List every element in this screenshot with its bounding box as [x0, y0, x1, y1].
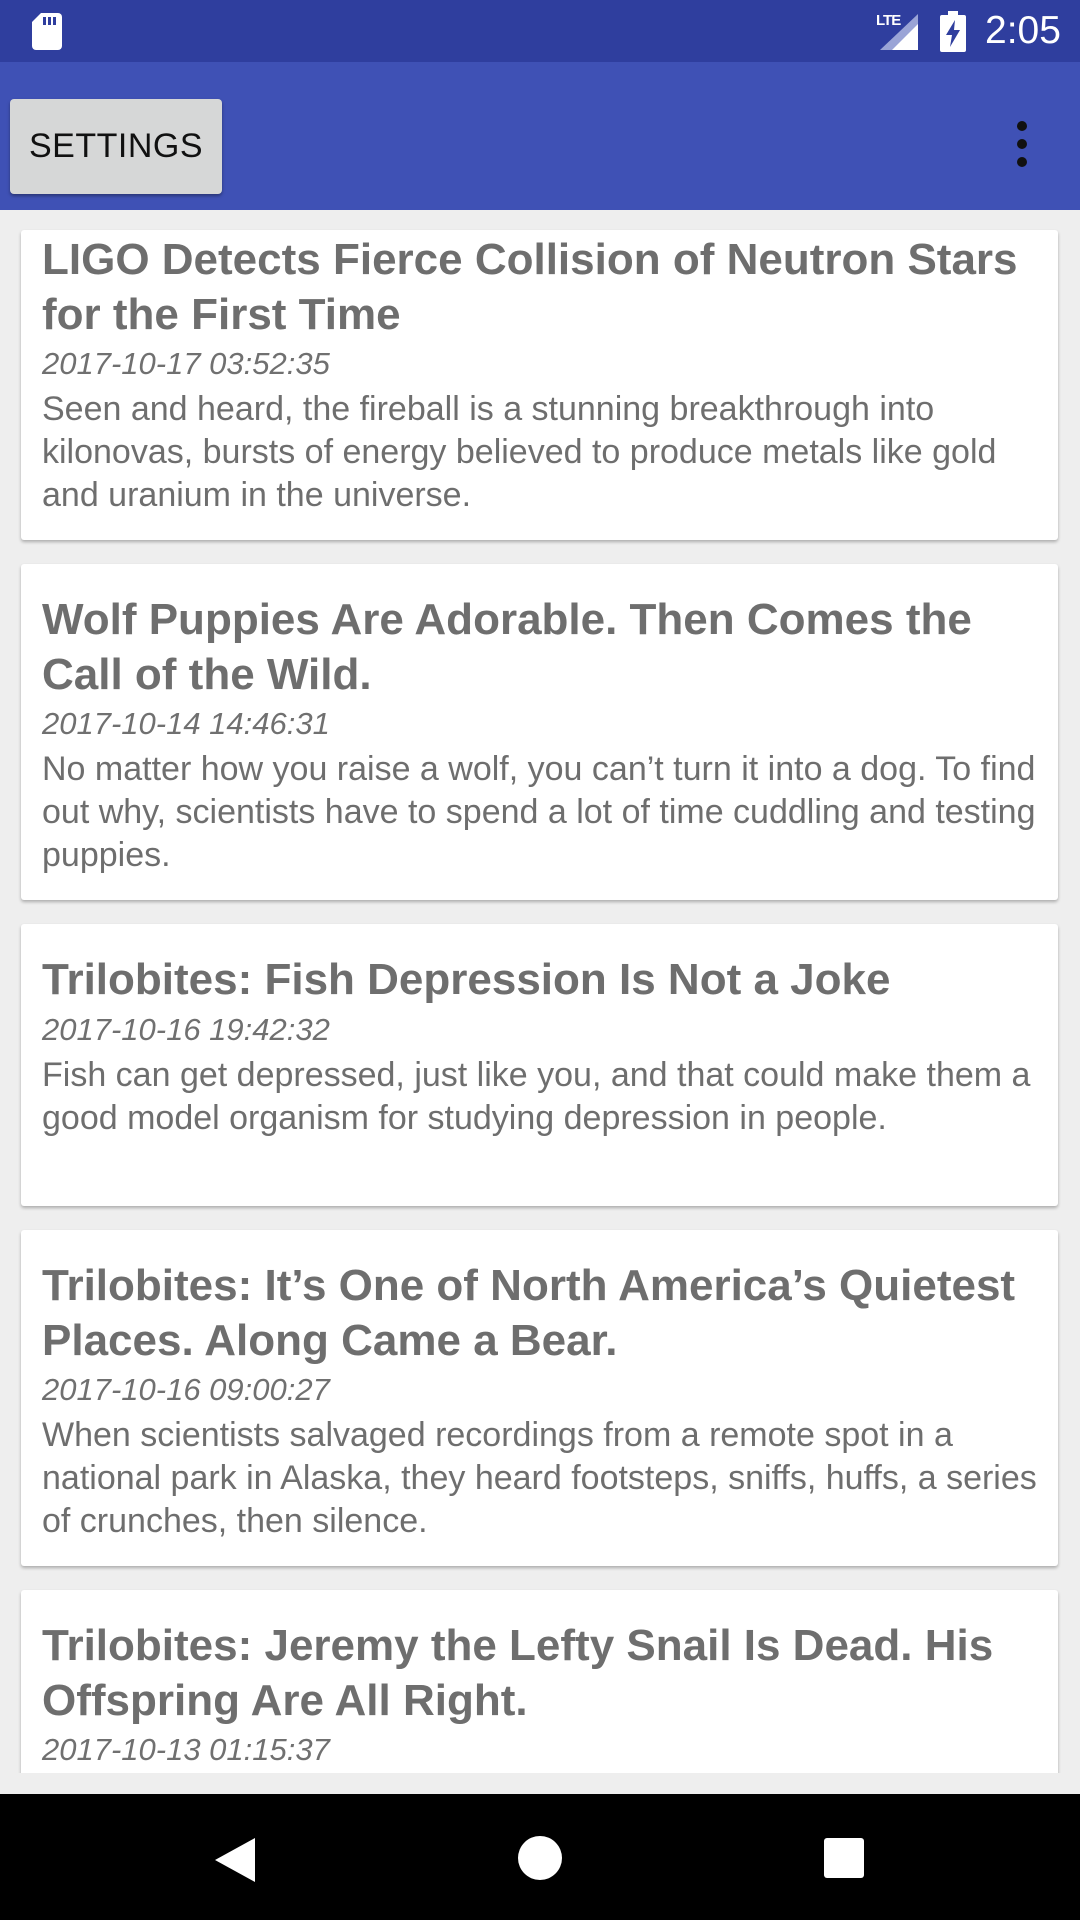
home-icon[interactable]	[517, 1835, 563, 1881]
app-bar: SETTINGS	[0, 62, 1080, 210]
article-card[interactable]: Wolf Puppies Are Adorable. Then Comes th…	[21, 564, 1058, 900]
article-summary: No matter how you raise a wolf, you can’…	[42, 750, 1036, 874]
article-title: Trilobites: Fish Depression Is Not a Jok…	[42, 955, 891, 1004]
article-date: 2017-10-17 03:52:35	[42, 346, 330, 381]
more-vert-icon[interactable]	[1000, 114, 1044, 178]
article-card[interactable]: Trilobites: Jeremy the Lefty Snail Is De…	[21, 1590, 1058, 1773]
article-title: Trilobites: Jeremy the Lefty Snail Is De…	[42, 1621, 994, 1725]
article-date: 2017-10-16 19:42:32	[42, 1012, 330, 1047]
article-card[interactable]: Trilobites: Fish Depression Is Not a Jok…	[21, 924, 1058, 1206]
article-card[interactable]: LIGO Detects Fierce Collision of Neutron…	[21, 230, 1058, 540]
article-title: Trilobites: It’s One of North America’s …	[42, 1261, 1016, 1365]
article-date: 2017-10-14 14:46:31	[42, 706, 330, 741]
screen: LTE 2:05 SETTINGS LIGO Detects Fierce Co…	[0, 0, 1080, 1920]
recents-icon[interactable]	[823, 1837, 865, 1879]
status-bar: LTE 2:05	[0, 0, 1080, 62]
article-list[interactable]: LIGO Detects Fierce Collision of Neutron…	[0, 210, 1080, 1773]
article-summary: Seen and heard, the fireball is a stunni…	[42, 390, 997, 514]
article-date: 2017-10-13 01:15:37	[42, 1732, 330, 1767]
article-date: 2017-10-16 09:00:27	[42, 1372, 330, 1407]
battery-charging-icon	[940, 11, 966, 52]
status-time: 2:05	[985, 9, 1061, 52]
article-card[interactable]: Trilobites: It’s One of North America’s …	[21, 1230, 1058, 1566]
article-summary: Fish can get depressed, just like you, a…	[42, 1056, 1031, 1137]
lte-signal-icon	[880, 14, 918, 50]
settings-button[interactable]: SETTINGS	[10, 99, 222, 194]
navigation-bar	[0, 1794, 1080, 1920]
article-title: Wolf Puppies Are Adorable. Then Comes th…	[42, 595, 972, 699]
back-icon[interactable]	[213, 1836, 257, 1884]
sd-card-icon	[32, 13, 62, 50]
article-summary: When scientists salvaged recordings from…	[42, 1416, 1037, 1540]
article-title: LIGO Detects Fierce Collision of Neutron…	[42, 235, 1018, 339]
